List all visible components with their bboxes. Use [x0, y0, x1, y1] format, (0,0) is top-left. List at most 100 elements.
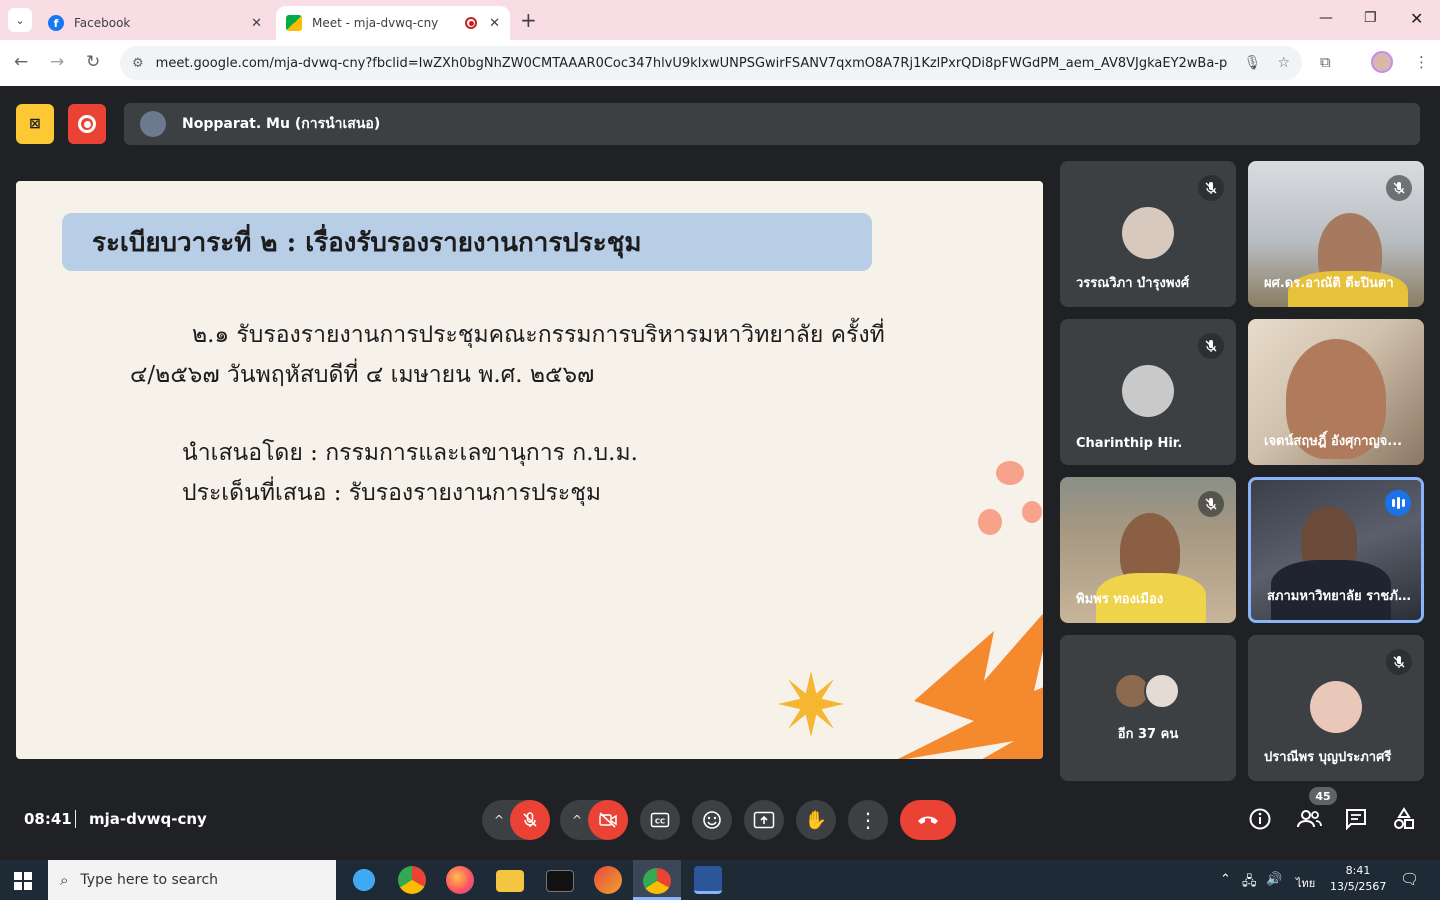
tab-title: Facebook	[74, 16, 131, 30]
slide-body: ๒.๑ รับรองรายงานการประชุมคณะกรรมการบริหา…	[130, 315, 910, 513]
notifications-icon[interactable]: 🗨	[1400, 870, 1419, 888]
tray-overflow-icon[interactable]: ⌃	[1220, 872, 1231, 887]
participant-avatar	[1310, 681, 1362, 733]
captions-button[interactable]: CC	[640, 800, 680, 840]
camera-toggle-button[interactable]	[588, 800, 628, 840]
stop-presenting-icon[interactable]: ⊠	[16, 104, 54, 144]
browser-toolbar: ← → ↻ ⚙ meet.google.com/mja-dvwq-cny?fbc…	[0, 40, 1440, 86]
decor-orange-burst	[898, 613, 1043, 759]
firefox-icon[interactable]	[446, 866, 474, 894]
svg-text:CC: CC	[655, 818, 665, 826]
chrome-icon[interactable]	[398, 866, 426, 894]
chat-icon[interactable]	[1344, 807, 1368, 836]
google-meet-icon	[286, 15, 302, 31]
terminal-icon[interactable]	[546, 870, 574, 892]
minimize-icon[interactable]: —	[1319, 10, 1333, 26]
captions-icon: CC	[650, 812, 670, 828]
volume-icon[interactable]: 🔊	[1266, 872, 1282, 887]
extensions-icon[interactable]: ⧉	[1320, 53, 1331, 71]
presenter-bar: Nopparat. Mu (การนำเสนอ)	[124, 103, 1420, 145]
reload-icon[interactable]: ↻	[86, 52, 100, 72]
more-participants-tile[interactable]: อีก 37 คน	[1060, 635, 1236, 781]
close-tab-icon[interactable]: ✕	[489, 16, 500, 31]
more-options-button[interactable]: ⋮	[848, 800, 888, 840]
hang-up-icon	[918, 816, 938, 824]
taskbar-search-placeholder: Type here to search	[80, 872, 219, 888]
participant-tile[interactable]: พิมพร ทองเมือง	[1060, 477, 1236, 623]
bookmark-star-icon[interactable]: ☆	[1277, 55, 1290, 71]
participant-avatar	[1122, 365, 1174, 417]
participant-tile[interactable]: ปราณีพร บุญประภาศรี	[1248, 635, 1424, 781]
meeting-details-icon[interactable]	[1248, 807, 1272, 836]
participant-name: ปราณีพร บุญประภาศรี	[1264, 750, 1392, 765]
divider	[75, 810, 76, 828]
browser-menu-icon[interactable]: ⋮	[1414, 53, 1429, 71]
slide-issue: ประเด็นที่เสนอ : รับรองรายงานการประชุม	[182, 480, 602, 506]
activities-icon[interactable]	[1392, 807, 1416, 836]
presentation-slide: ระเบียบวาระที่ ๒ : เรื่องรับรองรายงานการ…	[16, 181, 1043, 759]
language-indicator[interactable]: ไทย	[1296, 874, 1315, 892]
windows-start-icon[interactable]	[14, 872, 32, 890]
mic-off-icon	[1198, 491, 1224, 517]
search-icon: ⌕	[60, 871, 69, 889]
emoji-icon	[703, 811, 721, 829]
tab-meet[interactable]: Meet - mja-dvwq-cny ✕	[276, 6, 510, 40]
record-icon	[78, 115, 96, 133]
audio-options-chevron-icon[interactable]: ^	[485, 800, 513, 840]
edge-icon[interactable]	[350, 866, 378, 894]
participant-name: พิมพร ทองเมือง	[1076, 592, 1164, 607]
word-icon[interactable]	[694, 866, 722, 894]
participant-tile[interactable]: ผศ.ดร.อาณัติ ดีะปินตา	[1248, 161, 1424, 307]
slide-agenda-item: ๒.๑ รับรองรายงานการประชุมคณะกรรมการบริหา…	[130, 322, 885, 388]
new-tab-button[interactable]: +	[520, 10, 537, 30]
present-screen-button[interactable]	[744, 800, 784, 840]
participant-name: Charinthip Hir.	[1076, 436, 1183, 451]
raise-hand-icon: ✋	[804, 809, 828, 831]
back-icon[interactable]: ←	[14, 52, 28, 72]
participant-tile[interactable]: Charinthip Hir.	[1060, 319, 1236, 465]
participant-avatar	[1144, 673, 1180, 709]
profile-avatar[interactable]	[1371, 51, 1393, 73]
tab-facebook[interactable]: f Facebook ✕	[38, 6, 272, 40]
participant-tile[interactable]: เจตน์สฤษฎิ์ อังศุกาญจ...	[1248, 319, 1424, 465]
close-window-icon[interactable]: ✕	[1410, 9, 1423, 28]
participant-tile-active-speaker[interactable]: สภามหาวิทยาลัย ราชภั...	[1248, 477, 1424, 623]
participant-tile[interactable]: วรรณวิภา บำรุงพงศ์	[1060, 161, 1236, 307]
recording-button[interactable]	[68, 104, 106, 144]
forward-icon[interactable]: →	[50, 52, 64, 72]
raise-hand-button[interactable]: ✋	[796, 800, 836, 840]
participant-name: วรรณวิภา บำรุงพงศ์	[1076, 276, 1190, 291]
taskbar-date: 13/5/2567	[1330, 880, 1387, 893]
url-text: meet.google.com/mja-dvwq-cny?fbclid=IwZX…	[155, 55, 1228, 71]
close-tab-icon[interactable]: ✕	[251, 16, 262, 31]
taskbar-clock[interactable]: 8:41 13/5/2567	[1330, 863, 1386, 895]
microphone-icon[interactable]: 🎙	[1244, 55, 1262, 71]
taskbar-time: 8:41	[1345, 864, 1371, 877]
app-icon[interactable]	[594, 866, 622, 894]
restore-icon[interactable]: ❐	[1364, 10, 1377, 26]
site-info-icon[interactable]: ⚙	[132, 56, 144, 71]
people-count-badge: 45	[1309, 787, 1337, 805]
more-participants-avatars	[1114, 673, 1184, 709]
decor-dot	[1022, 501, 1042, 523]
speaking-indicator-icon	[1385, 490, 1411, 516]
tab-title: Meet - mja-dvwq-cny	[312, 16, 439, 30]
browser-tab-bar: ⌄ f Facebook ✕ Meet - mja-dvwq-cny ✕ + —…	[0, 0, 1440, 40]
file-explorer-icon[interactable]	[496, 870, 524, 892]
mic-off-icon	[1386, 175, 1412, 201]
reactions-button[interactable]	[692, 800, 732, 840]
people-icon[interactable]	[1296, 807, 1322, 836]
tab-search-chevron-icon[interactable]: ⌄	[8, 8, 32, 32]
slide-presented-by: นำเสนอโดย : กรรมการและเลขานุการ ก.บ.ม.	[182, 440, 638, 466]
more-vert-icon: ⋮	[858, 808, 878, 832]
video-options-chevron-icon[interactable]: ^	[563, 800, 591, 840]
facebook-icon: f	[48, 15, 64, 31]
microphone-toggle-button[interactable]	[510, 800, 550, 840]
network-icon[interactable]: 🖧	[1242, 872, 1257, 894]
decor-dot	[978, 509, 1002, 535]
present-screen-icon	[753, 811, 775, 829]
address-bar[interactable]: ⚙ meet.google.com/mja-dvwq-cny?fbclid=Iw…	[120, 46, 1302, 80]
leave-call-button[interactable]	[900, 800, 956, 840]
chrome-icon[interactable]	[643, 868, 671, 894]
taskbar-search[interactable]: ⌕ Type here to search	[48, 860, 336, 900]
